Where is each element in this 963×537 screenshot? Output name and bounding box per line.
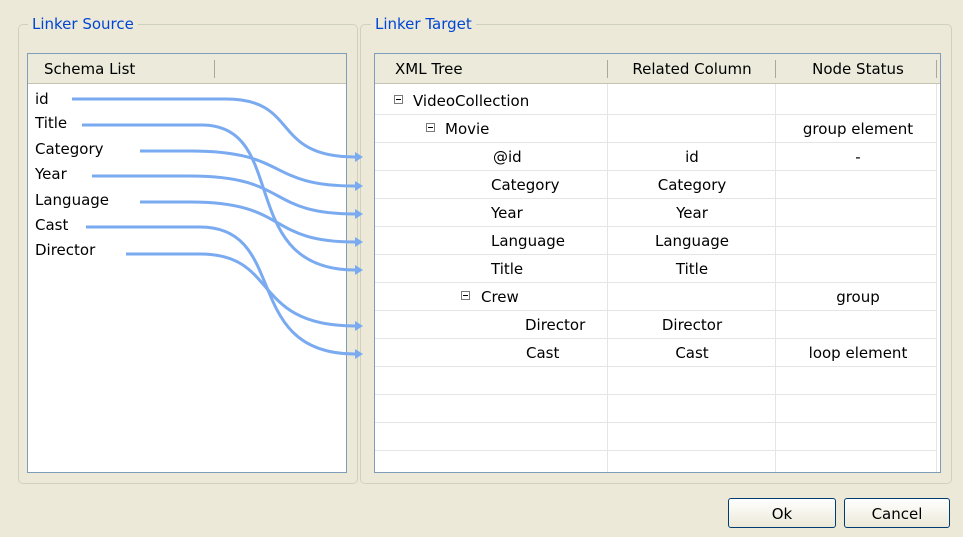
tree-node-label: Crew: [481, 288, 519, 306]
collapse-icon[interactable]: [394, 95, 403, 104]
schema-list-header[interactable]: Schema List: [28, 54, 346, 84]
tree-row-director[interactable]: Director Director: [375, 311, 936, 339]
schema-list-header-label: Schema List: [44, 60, 136, 78]
cancel-button[interactable]: Cancel: [844, 498, 950, 528]
column-header-related-column[interactable]: Related Column: [608, 54, 776, 84]
schema-item-cast[interactable]: Cast: [35, 215, 68, 235]
schema-item-year[interactable]: Year: [35, 164, 67, 184]
ok-button[interactable]: Ok: [728, 498, 836, 528]
related-column-cell: Title: [675, 260, 709, 278]
header-separator: [214, 60, 215, 78]
tree-row-id[interactable]: @id id -: [375, 143, 936, 171]
tree-row-title[interactable]: Title Title: [375, 255, 936, 283]
schema-item-title[interactable]: Title: [35, 113, 67, 133]
tree-row-movie[interactable]: Movie group element: [375, 115, 936, 143]
schema-item-director[interactable]: Director: [35, 240, 95, 260]
empty-row: [375, 367, 936, 395]
tree-row-year[interactable]: Year Year: [375, 199, 936, 227]
schema-list-panel[interactable]: Schema List id Title Category Year Langu…: [27, 53, 347, 473]
collapse-icon[interactable]: [461, 291, 470, 300]
tree-node-label: Director: [525, 316, 586, 334]
node-status-cell: -: [855, 148, 861, 166]
related-column-cell: Language: [654, 232, 730, 250]
linker-source-legend: Linker Source: [28, 15, 138, 33]
tree-row-category[interactable]: Category Category: [375, 171, 936, 199]
schema-item-category[interactable]: Category: [35, 139, 104, 159]
node-status-cell: loop element: [808, 344, 908, 362]
column-header-xml-tree[interactable]: XML Tree: [395, 54, 463, 84]
tree-row-videocollection[interactable]: VideoCollection: [375, 87, 936, 115]
tree-node-label: Category: [491, 176, 560, 194]
schema-item-id[interactable]: id: [35, 89, 49, 109]
empty-row: [375, 423, 936, 451]
tree-node-label: Language: [491, 232, 566, 250]
collapse-icon[interactable]: [426, 123, 435, 132]
node-status-cell: group element: [802, 120, 914, 138]
tree-node-label: VideoCollection: [413, 92, 530, 110]
tree-row-crew[interactable]: Crew group: [375, 283, 936, 311]
tree-node-label: Movie: [445, 120, 490, 138]
tree-node-label: Title: [491, 260, 524, 278]
tree-node-label: @id: [493, 148, 522, 166]
column-header-node-status[interactable]: Node Status: [776, 54, 940, 84]
xml-tree-header-row: XML Tree Related Column Node Status: [375, 54, 940, 84]
header-separator: [775, 60, 776, 78]
tree-node-label: Year: [491, 204, 523, 222]
related-column-cell: Cast: [675, 344, 709, 362]
tree-row-cast[interactable]: Cast Cast loop element: [375, 339, 936, 367]
linker-target-legend: Linker Target: [371, 15, 476, 33]
header-separator: [936, 60, 937, 78]
xml-tree-table[interactable]: XML Tree Related Column Node Status Vide…: [374, 53, 941, 473]
related-column-cell: Director: [661, 316, 723, 334]
tree-node-label: Cast: [526, 344, 560, 362]
schema-item-language[interactable]: Language: [35, 190, 109, 210]
related-column-cell: Category: [657, 176, 727, 194]
node-status-cell: group: [836, 288, 880, 306]
related-column-cell: Year: [676, 204, 708, 222]
tree-row-language[interactable]: Language Language: [375, 227, 936, 255]
header-separator: [607, 60, 608, 78]
empty-row: [375, 395, 936, 423]
related-column-cell: id: [685, 148, 699, 166]
